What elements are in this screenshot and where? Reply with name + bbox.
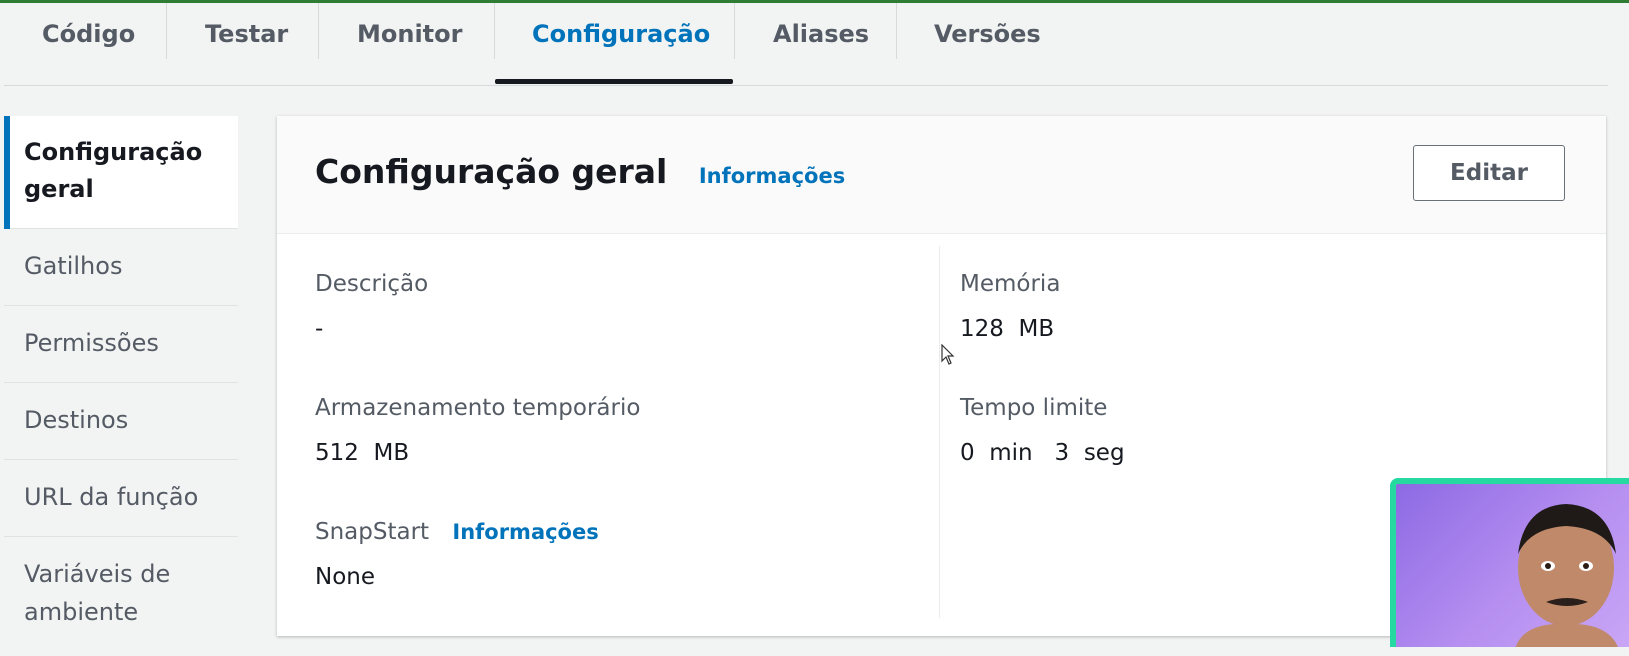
snapstart-label-row: SnapStart Informações — [315, 519, 599, 545]
ephemeral-storage-value: 512 MB — [315, 440, 410, 466]
tab-codigo[interactable]: Código — [42, 3, 135, 65]
sidebar-item-label: Gatilhos — [24, 252, 123, 280]
sidebar-item-permissoes[interactable]: Permissões — [4, 306, 238, 383]
presenter-video-icon — [1515, 504, 1618, 647]
memory-label: Memória — [960, 271, 1061, 297]
tab-versoes[interactable]: Versões — [934, 3, 1041, 65]
sidebar-item-url-da-funcao[interactable]: URL da função — [4, 460, 238, 537]
sidebar-item-configuracao-geral[interactable]: Configuração geral — [4, 116, 238, 229]
snapstart-label: SnapStart — [315, 519, 430, 545]
column-divider — [939, 246, 940, 618]
panel-header: Configuração geral Informações Editar — [277, 116, 1606, 234]
tab-separator — [734, 3, 735, 59]
timeout-value: 0 min 3 seg — [960, 440, 1125, 466]
panel-title-text: Configuração geral — [315, 152, 668, 191]
sidebar-item-label: Permissões — [24, 329, 159, 357]
edit-button[interactable]: Editar — [1413, 145, 1565, 201]
sidebar-item-label: geral — [24, 175, 94, 203]
mouse-cursor-icon — [941, 344, 955, 365]
sidebar: Configuração geral Gatilhos Permissões D… — [4, 116, 238, 656]
sidebar-item-gatilhos[interactable]: Gatilhos — [4, 229, 238, 306]
sidebar-item-label: URL da função — [24, 483, 199, 511]
tab-monitor[interactable]: Monitor — [357, 3, 462, 65]
tab-separator — [494, 3, 495, 59]
timeout-label: Tempo limite — [960, 395, 1108, 421]
active-tab-indicator — [495, 79, 733, 84]
info-link[interactable]: Informações — [699, 164, 845, 188]
sidebar-item-destinos[interactable]: Destinos — [4, 383, 238, 460]
sidebar-item-label: ambiente — [24, 598, 139, 626]
snapstart-info-link[interactable]: Informações — [452, 520, 598, 544]
tab-separator — [166, 3, 167, 59]
description-value: - — [315, 316, 324, 342]
memory-value: 128 MB — [960, 316, 1055, 342]
page-title: Configuração geral Informações — [315, 152, 845, 191]
sidebar-item-variaveis-de-ambiente[interactable]: Variáveis de ambiente — [4, 537, 238, 652]
snapstart-value: None — [315, 564, 376, 590]
tab-separator — [318, 3, 319, 59]
sidebar-item-label: Variáveis de — [24, 560, 171, 588]
tab-bar-divider — [4, 85, 1608, 86]
description-label: Descrição — [315, 271, 429, 297]
tab-bar: Código Testar Monitor Configuração Alias… — [0, 3, 1629, 86]
tab-separator — [896, 3, 897, 59]
sidebar-active-indicator — [4, 116, 10, 229]
tab-testar[interactable]: Testar — [205, 3, 288, 65]
sidebar-item-label: Configuração — [24, 138, 203, 166]
tab-configuracao[interactable]: Configuração — [532, 3, 710, 65]
ephemeral-storage-label: Armazenamento temporário — [315, 395, 641, 421]
sidebar-item-label: Destinos — [24, 406, 129, 434]
tab-aliases[interactable]: Aliases — [773, 3, 869, 65]
webcam-overlay — [1390, 478, 1629, 647]
